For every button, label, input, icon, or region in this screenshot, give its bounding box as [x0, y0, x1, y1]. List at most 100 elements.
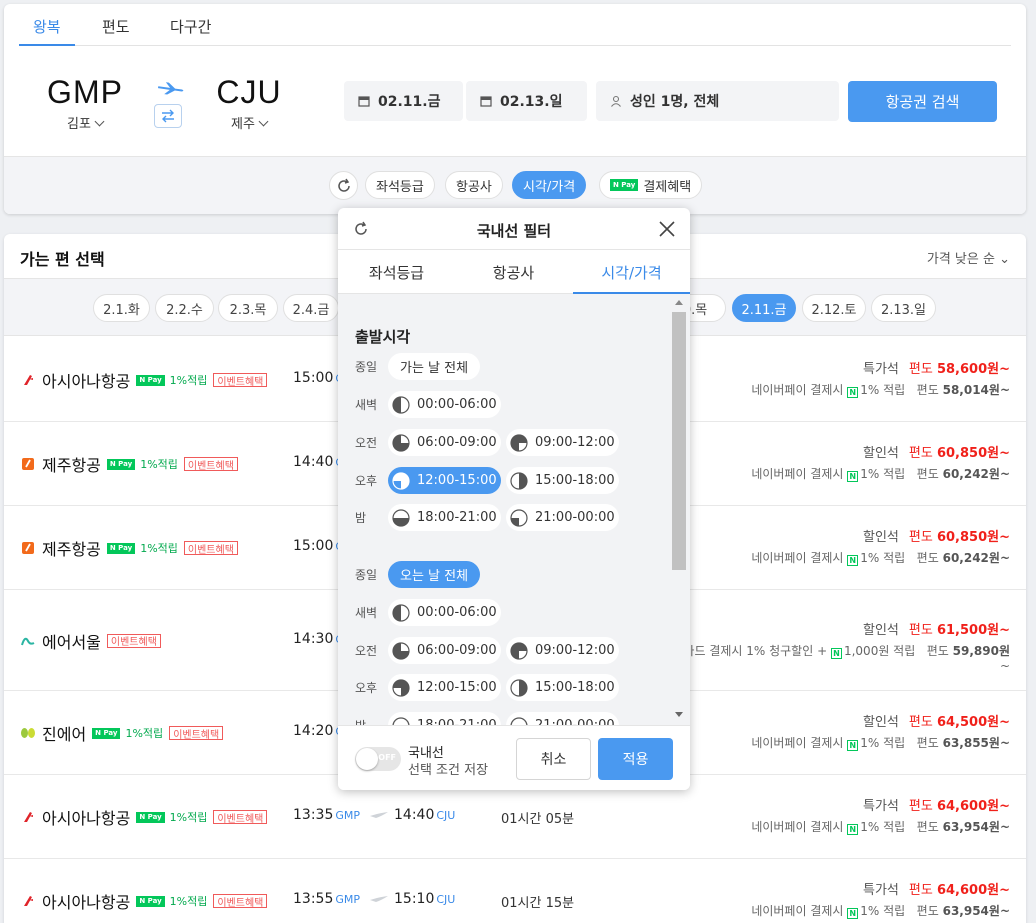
- swap-airports-button[interactable]: [154, 104, 182, 128]
- inbound-all-day-button[interactable]: 오는 날 전체: [388, 561, 481, 588]
- destination-city-select[interactable]: 제주: [194, 113, 304, 132]
- toggle-knob: [356, 748, 378, 770]
- time-slot-label: 21:00-00:00: [535, 510, 615, 525]
- date-chip-selected[interactable]: 2.11.금: [732, 294, 796, 322]
- time-slot-button[interactable]: 18:00-21:00: [388, 712, 501, 725]
- npay-n-icon: N: [847, 387, 859, 398]
- clock-icon: [392, 678, 410, 697]
- time-slot-button[interactable]: 00:00-06:00: [388, 391, 501, 418]
- pay-rate: 1% 적립: [860, 551, 906, 565]
- net-prefix: 편도: [916, 383, 939, 397]
- scroll-up-arrow[interactable]: [675, 300, 683, 305]
- destination-city: 제주: [231, 117, 255, 132]
- return-date-field[interactable]: 02.13.일: [466, 81, 587, 121]
- filter-tab-seat-class[interactable]: 좌석등급: [338, 262, 455, 283]
- pay-note: 네이버페이 결제시: [751, 736, 844, 750]
- chevron-down-icon: [258, 116, 269, 127]
- date-chip[interactable]: 2.12.토: [802, 294, 866, 322]
- fare-amount: 64,600원~: [936, 799, 1010, 814]
- clock-icon: [510, 471, 528, 490]
- sort-dropdown[interactable]: 가격 낮은 순 ⌄: [927, 248, 1010, 267]
- seat-class: 할인석: [863, 446, 899, 461]
- time-slot-button[interactable]: 15:00-18:00: [506, 467, 619, 494]
- npay-price-line: 네이버페이 결제시 N 1% 적립 편도 63,855원~: [751, 734, 1010, 751]
- airline-name: 제주항공: [42, 456, 101, 475]
- filter-tab-airline[interactable]: 항공사: [455, 262, 572, 283]
- net-price: 63,954원~: [942, 820, 1010, 834]
- chip-airline[interactable]: 항공사: [445, 171, 503, 199]
- time-slot-button[interactable]: 06:00-09:00: [388, 637, 501, 664]
- pay-note: 네이버페이 결제시: [751, 467, 844, 481]
- time-slot-button[interactable]: 09:00-12:00: [506, 429, 619, 456]
- clock-icon: [392, 641, 410, 660]
- airline-name: 아시아나항공: [42, 372, 131, 391]
- scrollbar-thumb[interactable]: [672, 312, 686, 570]
- date-chip[interactable]: 2.13.일: [871, 294, 936, 322]
- event-tag: 이벤트혜택: [169, 726, 224, 741]
- event-tag: 이벤트혜택: [183, 457, 238, 472]
- airline-info: 제주항공 N Pay 1%적립 이벤트혜택: [20, 452, 238, 476]
- chip-time-price[interactable]: 시각/가격: [512, 171, 587, 199]
- npay-n-icon: N: [847, 824, 859, 835]
- npay-reward-label: 1%적립: [140, 542, 178, 555]
- filter-tab-time-price[interactable]: 시각/가격: [573, 262, 690, 283]
- swap-icon: [162, 109, 174, 123]
- chip-seat-class[interactable]: 좌석등급: [365, 171, 435, 199]
- npay-icon: N Pay: [610, 179, 639, 191]
- pay-note: 네이버페이 결제시: [751, 551, 844, 565]
- seat-class: 특가석: [863, 799, 899, 814]
- clock-icon: [392, 603, 410, 622]
- time-slot-button[interactable]: 12:00-15:00: [388, 467, 501, 494]
- time-slot-button[interactable]: 21:00-00:00: [506, 712, 619, 725]
- fare-amount: 64,600원~: [936, 883, 1010, 898]
- npay-reward-tag: N Pay 1%적립: [106, 456, 178, 472]
- time-slot-button[interactable]: 18:00-21:00: [388, 504, 501, 531]
- tab-multi-city[interactable]: 다구간: [170, 16, 211, 37]
- outbound-all-day-button[interactable]: 가는 날 전체: [388, 353, 481, 380]
- destination-airport[interactable]: CJU 제주: [194, 74, 304, 132]
- search-flights-button[interactable]: 항공권 검색: [848, 81, 997, 122]
- time-slot-button[interactable]: 00:00-06:00: [388, 599, 501, 626]
- date-chip[interactable]: 2.4.금: [283, 294, 339, 322]
- date-chip[interactable]: 2.2.수: [155, 294, 214, 322]
- time-slot-label: 12:00-15:00: [417, 680, 497, 695]
- apply-button[interactable]: 적용: [598, 738, 673, 780]
- chip-payment-benefit[interactable]: N Pay 결제혜택: [599, 171, 703, 199]
- time-slot-button[interactable]: 15:00-18:00: [506, 674, 619, 701]
- reset-filters-button[interactable]: [329, 171, 358, 200]
- filter-footer: OFF 국내선 선택 조건 저장 취소 적용: [338, 725, 690, 790]
- passengers-field[interactable]: 성인 1명, 전체: [596, 81, 839, 121]
- flight-times: 14:20G: [293, 723, 344, 739]
- flight-times: 14:30G: [293, 631, 344, 647]
- filter-chip-bar: 좌석등급 항공사 시각/가격 N Pay 결제혜택: [4, 156, 1026, 214]
- time-slot-button[interactable]: 09:00-12:00: [506, 637, 619, 664]
- clock-icon: [392, 508, 410, 527]
- time-slot-button[interactable]: 12:00-15:00: [388, 674, 501, 701]
- tab-round-trip[interactable]: 왕복: [33, 16, 61, 37]
- cancel-button[interactable]: 취소: [516, 738, 591, 780]
- time-slot-label: 15:00-18:00: [535, 473, 615, 488]
- airline-name: 제주항공: [42, 540, 101, 559]
- origin-airport[interactable]: GMP 김포: [30, 74, 140, 132]
- depart-date-field[interactable]: 02.11.금: [344, 81, 463, 121]
- pay-rate: 1% 적립: [860, 383, 906, 397]
- save-conditions-toggle[interactable]: OFF: [355, 747, 401, 771]
- time-slot-button[interactable]: 06:00-09:00: [388, 429, 501, 456]
- net-prefix: 편도: [916, 467, 939, 481]
- flight-arrow-icon: [370, 812, 389, 818]
- seat-class: 할인석: [863, 715, 899, 730]
- close-icon[interactable]: [658, 220, 676, 238]
- pay-note: 카드 결제시 1% 청구할인 +: [683, 643, 828, 658]
- time-slot-button[interactable]: 21:00-00:00: [506, 504, 619, 531]
- clock-icon: [510, 716, 528, 725]
- airline-info: 아시아나항공 N Pay 1%적립 이벤트혜택: [20, 805, 268, 829]
- date-chip[interactable]: 2.3.목: [218, 294, 278, 322]
- tab-one-way[interactable]: 편도: [102, 16, 130, 37]
- npay-icon: N Pay: [92, 727, 121, 739]
- npay-reward-label: 1%적립: [169, 374, 208, 387]
- departure-time: 14:20: [293, 723, 334, 739]
- origin-city-select[interactable]: 김포: [30, 113, 140, 132]
- scroll-down-arrow[interactable]: [675, 712, 683, 717]
- date-chip[interactable]: 2.1.화: [93, 294, 150, 322]
- flight-row[interactable]: 아시아나항공 N Pay 1%적립 이벤트혜택 13:55 GMP 15:10 CJU 01시간…: [4, 859, 1026, 923]
